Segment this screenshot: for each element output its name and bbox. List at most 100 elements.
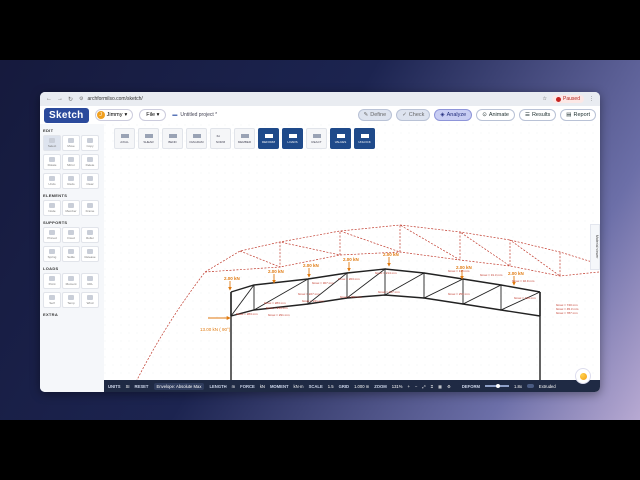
react-icon [312,133,321,138]
ribbon-member[interactable]: MEMBER [234,128,255,149]
material-viewer-tab[interactable]: Material viewer [590,224,600,270]
ribbon-label: SHEAR [143,139,154,144]
app-header: Sketch J Jimmy ▾ File ▾ ▬ Untitled project … [40,106,600,125]
address-bar[interactable]: archformilso.com/sketch/ [88,96,143,102]
tool-mirror[interactable]: Mirror [62,154,80,170]
point-load-label: 2.00 kN [383,252,399,257]
results-button[interactable]: ☰ Results [519,109,557,121]
member-icon [240,133,249,138]
user-menu[interactable]: J Jimmy ▾ [94,109,134,121]
project-title[interactable]: ▬ Untitled project * [172,112,217,118]
force-value[interactable]: kN [260,384,265,389]
extruded-toggle[interactable] [526,384,534,388]
analyze-button[interactable]: ◈ Analyze [434,109,473,121]
ribbon-loads[interactable]: LOADS [282,128,303,149]
zoom-out-icon[interactable]: − [415,384,417,389]
file-menu[interactable]: File ▾ [139,109,167,121]
tool-wind[interactable]: Wind [81,292,99,308]
ribbon-norm[interactable]: Σα NORM [210,128,231,149]
browser-menu-icon[interactable]: ⋮ [589,96,594,102]
ribbon-label: BEND [168,139,177,144]
forward-icon[interactable]: → [57,96,63,103]
zoom-in-icon[interactable]: + [407,384,409,389]
tool-redo[interactable]: Redo [62,173,80,189]
snap-icon[interactable]: ⌗ [431,384,433,389]
tool-member[interactable]: Member [62,200,80,216]
tool-release[interactable]: Release [81,246,99,262]
member-deflection-label: δmax = 241 mm [302,299,324,303]
tool-label: Fixed [67,236,75,240]
ribbon-deform[interactable]: DEFORM [258,128,279,149]
tool-select[interactable]: Select [43,135,61,151]
tool-pinned[interactable]: Pinned [43,227,61,243]
browser-window: ← → ↻ ⚙ archformilso.com/sketch/ ☆ Pause… [40,92,600,392]
tool-moment[interactable]: Moment [62,273,80,289]
shear-icon [144,133,153,138]
tool-udl[interactable]: UDL [81,273,99,289]
define-button[interactable]: ✎ Define [357,109,393,121]
moment-label: MOMENT [269,383,289,389]
tool-label: Point [48,282,56,286]
member-deflection-label: δmax = 214 mm [375,271,397,275]
model-canvas[interactable]: AXIAL SHEAR BEND DIAGRAM Σα NORM MEMBER DEFORM L… [104,124,600,380]
deform-slider[interactable] [485,384,509,388]
ribbon-unlock[interactable]: UNLOCK [354,128,375,149]
sidebar-tool-grid: Pinned Fixed Roller Spring Settle Release [40,227,104,262]
grid-value[interactable]: 1.000 m [354,384,369,389]
member-deflection-label: δmax = 217 mm [378,290,400,294]
bookmark-star-icon[interactable]: ☆ [543,96,547,102]
member-deflection-label: δmax = 129 mm [514,296,536,300]
tool-clear[interactable]: Clear [81,173,99,189]
undo-icon [49,176,55,181]
tool-move[interactable]: Move [62,135,80,151]
zoom-value[interactable]: 131% [392,384,403,389]
ribbon-react[interactable]: REACT [306,128,327,149]
self-icon [49,295,55,300]
sidebar-tool-grid: Select Move Copy Rotate Mirror Delete Undo Redo… [40,135,104,189]
animate-button[interactable]: ⊙ Animate [476,109,515,121]
site-info-icon[interactable]: ⚙ [79,96,83,102]
ribbon-axial[interactable]: AXIAL [114,128,135,149]
deform-slider-knob[interactable] [496,384,500,388]
tool-settle[interactable]: Settle [62,246,80,262]
layers-icon[interactable]: ▦ [438,384,442,389]
tool-spring[interactable]: Spring [43,246,61,262]
profile-status[interactable]: Paused [552,95,584,103]
tool-label: UDL [86,282,93,286]
chevron-down-icon: ▾ [156,112,160,118]
ribbon-diagram[interactable]: DIAGRAM [186,128,207,149]
tool-roller[interactable]: Roller [81,227,99,243]
scale-value[interactable]: 1.5 [328,384,334,389]
tool-frame[interactable]: Frame [81,200,99,216]
tool-point[interactable]: Point [43,273,61,289]
ribbon-label: NORM [215,139,226,144]
moment-value[interactable]: kN·m [294,384,304,389]
ribbon-bend[interactable]: BEND [162,128,183,149]
fit-view-icon[interactable]: ⤢ [422,384,425,389]
assistant-button[interactable] [575,368,591,384]
tool-rotate[interactable]: Rotate [43,154,61,170]
structure-drawing[interactable]: 2.00 kN 2.00 kN 2.00 kN 2.00 kN 2.00 kN 2.00 … [104,124,600,380]
back-icon[interactable]: ← [46,96,52,103]
view-mode[interactable]: Extruded [539,384,556,389]
report-button[interactable]: ▤ Report [560,109,596,121]
reset-button[interactable]: RESET [135,384,149,389]
envelope-select[interactable]: Envelope: Absolute Max [153,382,205,390]
units-value[interactable]: SI [126,384,130,389]
letterbox-top [0,0,640,60]
tool-fixed[interactable]: Fixed [62,227,80,243]
tool-label: Temp [67,301,75,305]
settings-icon[interactable]: ⚙ [447,384,451,389]
length-value[interactable]: m [232,384,236,389]
check-button[interactable]: ✓ Check [396,109,431,121]
tool-delete[interactable]: Delete [81,154,99,170]
tool-undo[interactable]: Undo [43,173,61,189]
ribbon-shear[interactable]: SHEAR [138,128,159,149]
ribbon-values[interactable]: VALUES [330,128,351,149]
tool-temp[interactable]: Temp [62,292,80,308]
tool-node[interactable]: Node [43,200,61,216]
reload-icon[interactable]: ↻ [68,96,73,103]
tool-label: Pinned [47,236,57,240]
tool-self[interactable]: Self [43,292,61,308]
tool-copy[interactable]: Copy [81,135,99,151]
